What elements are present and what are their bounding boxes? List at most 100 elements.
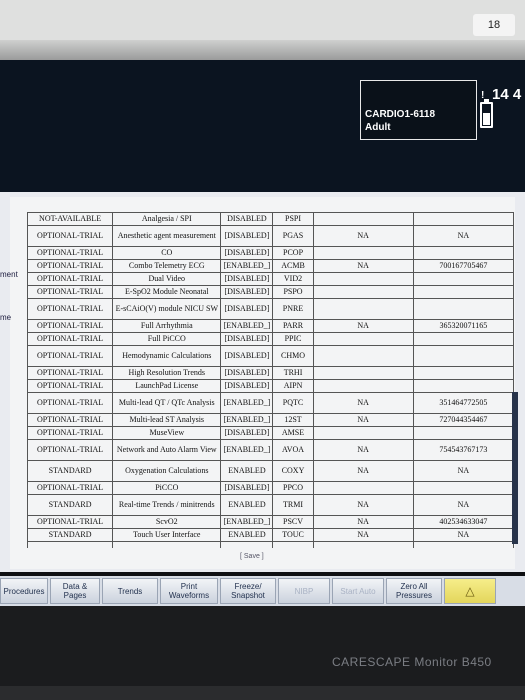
table-row[interactable]: OPTIONAL-TRIAL Hemodynamic Calculations [D…: [27, 345, 515, 367]
state-cell: [DISABLED]: [220, 225, 274, 247]
status-cell: OPTIONAL-TRIAL: [27, 259, 114, 273]
table-row[interactable]: OPTIONAL-TRIAL LaunchPad License [DISABLED…: [27, 379, 515, 393]
license-cell: [312, 246, 414, 260]
table-row[interactable]: OPTIONAL-TRIAL PiCCO [DISABLED] PPCO: [27, 481, 515, 495]
feature-cell: Multi-lead QT / QTc Analysis: [112, 392, 222, 414]
battery-readout: 14 4: [492, 86, 522, 103]
state-cell: [DISABLED]: [220, 298, 274, 320]
table-row[interactable]: OPTIONAL-TRIAL CO [DISABLED] PCOP: [27, 246, 515, 260]
table-row[interactable]: OPTIONAL-TRIAL Combo Telemetry ECG [ENABLE…: [27, 259, 515, 273]
status-cell: OPTIONAL-TRIAL: [27, 515, 114, 529]
table-row[interactable]: OPTIONAL-TRIAL Anesthetic agent measureme…: [27, 225, 515, 247]
freeze-snapshot-button[interactable]: Freeze/ Snapshot: [220, 578, 276, 604]
code-cell: TOUC: [272, 528, 314, 542]
table-row[interactable]: OPTIONAL-TRIAL Dual Video [DISABLED] VID2: [27, 272, 515, 286]
table-row[interactable]: OPTIONAL-TRIAL Full Arrhythmia [ENABLED_] P…: [27, 319, 515, 333]
table-row[interactable]: OPTIONAL-TRIAL High Resolution Trends [DIS…: [27, 366, 515, 380]
table-scrollbar[interactable]: [512, 392, 518, 544]
number-cell: NA: [412, 494, 515, 516]
status-cell: OPTIONAL-TRIAL: [27, 413, 114, 427]
status-cell: OPTIONAL-TRIAL: [27, 439, 114, 461]
print-waveforms-button[interactable]: Print Waveforms: [160, 578, 218, 604]
procedures-button[interactable]: Procedures: [0, 578, 48, 604]
number-cell: [412, 272, 515, 286]
code-cell: PSCV: [272, 515, 314, 529]
start-auto-button[interactable]: Start Auto: [332, 578, 384, 604]
asset-sticker: 18: [473, 14, 515, 36]
save-button[interactable]: [ Save ]: [240, 553, 264, 560]
license-cell: NA: [312, 528, 414, 542]
code-cell: CHMO: [272, 345, 314, 367]
number-cell: 727044354467: [412, 413, 515, 427]
side-label-1: ment: [0, 270, 18, 279]
feature-cell: High Resolution Trends: [112, 366, 222, 380]
number-cell: [412, 481, 515, 495]
patient-info-box[interactable]: CARDIO1-6118 Adult: [360, 80, 477, 140]
number-cell: [412, 212, 515, 226]
status-cell: OPTIONAL-TRIAL: [27, 426, 114, 440]
state-cell: [DISABLED]: [220, 345, 274, 367]
code-cell: PGAS: [272, 225, 314, 247]
trends-button[interactable]: Trends: [102, 578, 158, 604]
state-cell: [DISABLED]: [220, 481, 274, 495]
code-cell: PCOP: [272, 246, 314, 260]
options-table-container[interactable]: NOT-AVAILABLE Analgesia / SPI DISABLED PSPI…: [27, 212, 520, 548]
number-cell: NA: [412, 225, 515, 247]
patient-id: CARDIO1-6118: [365, 109, 436, 120]
state-cell: ENABLED: [220, 494, 274, 516]
table-row[interactable]: OPTIONAL-TRIAL Full PiCCO [DISABLED] PPIC: [27, 332, 515, 346]
code-cell: 12ST: [272, 413, 314, 427]
code-cell: PPIC: [272, 332, 314, 346]
license-cell: NA: [312, 413, 414, 427]
table-row[interactable]: OPTIONAL-TRIAL ScvO2 [ENABLED_] PSCV NA 40253…: [27, 515, 515, 529]
table-row[interactable]: OPTIONAL-TRIAL E-SpO2 Module Neonatal [DIS…: [27, 285, 515, 299]
state-cell: [ENABLED_]: [220, 319, 274, 333]
nibp-button[interactable]: NIBP: [278, 578, 330, 604]
state-cell: ENABLED: [220, 528, 274, 542]
state-cell: [DISABLED]: [220, 379, 274, 393]
state-cell: [ENABLED_]: [220, 439, 274, 461]
table-row[interactable]: NOT-AVAILABLEVentilation CalculationsDIS…: [27, 541, 515, 548]
monitor-bezel-top: 18: [0, 0, 525, 60]
code-cell: ACMB: [272, 259, 314, 273]
table-row[interactable]: OPTIONAL-TRIAL Multi-lead QT / QTc Analys…: [27, 392, 515, 414]
table-row[interactable]: STANDARD Real-time Trends / minitrends ENA…: [27, 494, 515, 516]
code-cell: PSPI: [272, 212, 314, 226]
code-cell: AIPN: [272, 379, 314, 393]
number-cell: 700167705467: [412, 259, 515, 273]
number-cell: NA: [412, 460, 515, 482]
table-row[interactable]: STANDARD Touch User Interface ENABLED TOUC N…: [27, 528, 515, 542]
table-row[interactable]: OPTIONAL-TRIAL E-sCAiO(V) module NICU SW[…: [27, 298, 515, 320]
table-row[interactable]: OPTIONAL-TRIAL Multi-lead ST Analysis [ENA…: [27, 413, 515, 427]
status-cell: OPTIONAL-TRIAL: [27, 345, 114, 367]
code-cell: CVNT: [272, 541, 314, 548]
feature-cell: Analgesia / SPI: [112, 212, 222, 226]
table-row[interactable]: OPTIONAL-TRIAL Network and Auto Alarm Vie…: [27, 439, 515, 461]
status-cell: NOT-AVAILABLE: [27, 212, 114, 226]
license-cell: [312, 345, 414, 367]
code-cell: PNRE: [272, 298, 314, 320]
code-cell: PPCO: [272, 481, 314, 495]
number-cell: NA: [412, 541, 515, 548]
license-cell: [312, 366, 414, 380]
number-cell: [412, 298, 515, 320]
table-row[interactable]: NOT-AVAILABLE Analgesia / SPI DISABLED PSPI: [27, 212, 515, 226]
license-cell: NA: [312, 225, 414, 247]
table-row[interactable]: STANDARD Oxygenation Calculations ENABLED C…: [27, 460, 515, 482]
zero-all-pressures-button[interactable]: Zero All Pressures: [386, 578, 442, 604]
data-pages-button[interactable]: Data & Pages: [50, 578, 100, 604]
feature-cell: Hemodynamic Calculations: [112, 345, 222, 367]
feature-cell: Ventilation Calculations: [112, 541, 222, 548]
alarm-silence-button[interactable]: △: [444, 578, 496, 604]
status-cell: OPTIONAL-TRIAL: [27, 481, 114, 495]
status-cell: OPTIONAL-TRIAL: [27, 272, 114, 286]
feature-cell: Full PiCCO: [112, 332, 222, 346]
feature-cell: Network and Auto Alarm View: [112, 439, 222, 461]
state-cell: DISABLED: [220, 212, 274, 226]
status-cell: STANDARD: [27, 494, 114, 516]
state-cell: ENABLED: [220, 460, 274, 482]
nibp-label: NIBP: [294, 586, 314, 596]
table-row[interactable]: OPTIONAL-TRIAL MuseView [DISABLED] AMSE: [27, 426, 515, 440]
state-cell: [ENABLED_]: [220, 413, 274, 427]
state-cell: [DISABLED]: [220, 332, 274, 346]
